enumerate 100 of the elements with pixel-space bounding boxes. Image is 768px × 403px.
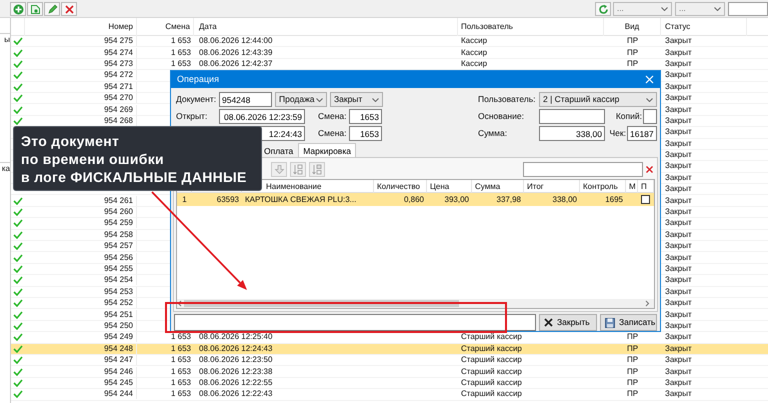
table-cell: Закрыт xyxy=(665,127,692,136)
save-button[interactable]: Записать xyxy=(600,314,657,331)
move-down-button[interactable] xyxy=(271,162,287,176)
copies-field[interactable] xyxy=(643,109,657,124)
table-cell: Закрыт xyxy=(665,104,692,114)
table-row[interactable]: 954 247 1 653 08.06.2026 12:23:50 Старший кассир ПР Закрыт xyxy=(11,354,768,366)
table-cell: ПР xyxy=(626,58,638,68)
shift-field[interactable]: 1653 xyxy=(349,126,382,141)
refresh-button[interactable] xyxy=(595,2,611,16)
filter-dropdown[interactable]: ... xyxy=(613,2,672,16)
panel-label: ы xyxy=(4,35,10,44)
table-cell: Закрыт xyxy=(665,241,692,250)
refresh-icon xyxy=(598,4,608,14)
table-cell: Закрыт xyxy=(665,196,692,205)
search-field[interactable] xyxy=(523,162,643,176)
table-cell: 954 249 xyxy=(104,332,133,342)
column-header[interactable]: Вид xyxy=(604,18,661,36)
table-cell: 1 653 xyxy=(170,58,191,68)
table-cell: 08.06.2026 12:23:38 xyxy=(199,366,272,376)
table-cell: Закрыт xyxy=(665,332,692,342)
table-cell: Кассир xyxy=(461,48,488,57)
table-cell: 954 271 xyxy=(104,82,133,91)
arrow-down-icon xyxy=(274,164,284,174)
sort-icon xyxy=(292,164,304,174)
table-cell: 954 245 xyxy=(104,378,133,387)
status-dropdown[interactable]: Закрыт xyxy=(330,92,383,107)
field-label: Смена: xyxy=(318,127,348,140)
tab[interactable]: Маркировка xyxy=(298,143,356,157)
table-cell: ПР xyxy=(626,366,638,376)
table-cell: 338,00 xyxy=(552,194,577,204)
clear-icon[interactable] xyxy=(645,164,654,174)
search-field[interactable] xyxy=(728,2,768,16)
table-cell: 954 260 xyxy=(104,207,133,216)
delete-icon xyxy=(64,4,74,14)
table-cell: 1 653 xyxy=(170,355,191,364)
receipt-field[interactable]: 16187 xyxy=(627,126,657,141)
table-cell: 08.06.2026 12:44:00 xyxy=(199,36,272,46)
caret-icon xyxy=(661,7,668,11)
table-cell: Закрыт xyxy=(665,355,692,364)
checkbox[interactable] xyxy=(641,195,650,204)
table-cell: 1 653 xyxy=(170,332,191,342)
table-cell: 1 653 xyxy=(170,366,191,376)
table-cell: ПР xyxy=(626,389,638,398)
table-cell: ПР xyxy=(626,36,638,46)
date-field[interactable]: 08.06.2026 12:23:59 xyxy=(219,109,305,124)
table-cell: 1695 xyxy=(605,194,623,204)
table-cell: 1 xyxy=(182,194,187,204)
field-label: Чек: xyxy=(608,127,627,140)
operation-dropdown[interactable]: Продажа xyxy=(275,92,327,107)
table-cell: Закрыт xyxy=(665,58,692,68)
table-cell: Старший кассир xyxy=(461,378,522,387)
table-row[interactable]: 1 63593 КАРТОШКА СВЕЖАЯ PLU:3... 0,860 393,00 337,98 338,00 1695 xyxy=(177,193,654,206)
document-button[interactable] xyxy=(27,2,43,16)
document-field[interactable]: 954248 xyxy=(219,92,272,107)
field-label: Смена: xyxy=(318,110,348,123)
close-button[interactable]: Закрыть xyxy=(539,314,597,331)
table-cell: 954 254 xyxy=(104,275,133,284)
delete-button[interactable] xyxy=(61,2,77,16)
comment-field[interactable] xyxy=(174,314,536,331)
table-cell: Старший кассир xyxy=(461,366,522,376)
user-dropdown[interactable]: 2 | Старший кассир xyxy=(539,92,657,107)
table-cell: 08.06.2026 12:25:40 xyxy=(199,332,272,342)
close-icon xyxy=(544,318,553,327)
caret-icon xyxy=(316,98,323,102)
table-cell: 954 248 xyxy=(104,344,133,353)
table-cell: 954 253 xyxy=(104,286,133,296)
table-cell: Закрыт xyxy=(665,207,692,216)
sort-button[interactable] xyxy=(309,162,325,176)
table-cell: 63593 xyxy=(216,194,239,204)
filter-dropdown[interactable]: ... xyxy=(675,2,725,16)
table-cell: Закрыт xyxy=(665,298,692,308)
column-header[interactable]: Номер xyxy=(25,18,137,36)
column-header[interactable]: Смена xyxy=(137,18,194,36)
column-header[interactable]: Статус xyxy=(661,18,747,36)
table-cell: Закрыт xyxy=(665,378,692,387)
basis-field[interactable] xyxy=(539,109,605,124)
table-row[interactable]: 954 246 1 653 08.06.2026 12:23:38 Старший кассир ПР Закрыт xyxy=(11,366,768,378)
table-row[interactable]: 954 244 1 653 08.06.2026 12:22:43 Старший кассир ПР Закрыт xyxy=(11,389,768,400)
table-cell: 954 268 xyxy=(104,116,133,125)
table-cell: 954 256 xyxy=(104,252,133,262)
table-cell: 08.06.2026 12:23:50 xyxy=(199,355,272,364)
table-cell: 954 261 xyxy=(104,196,133,205)
column-header[interactable]: Пользователь xyxy=(458,18,604,36)
add-button[interactable] xyxy=(10,2,26,16)
table-row[interactable]: 954 248 1 653 08.06.2026 12:24:43 Старший кассир ПР Закрыт xyxy=(11,344,768,355)
sort-button[interactable] xyxy=(290,162,306,176)
table-cell: 954 274 xyxy=(104,48,133,57)
tab[interactable]: Оплата xyxy=(259,144,298,157)
table-row[interactable]: 954 245 1 653 08.06.2026 12:22:55 Старший кассир ПР Закрыт xyxy=(11,378,768,390)
edit-button[interactable] xyxy=(44,2,60,16)
shift-field[interactable]: 1653 xyxy=(349,109,382,124)
table-row[interactable]: 954 274 1 653 08.06.2026 12:43:39 Кассир ПР Закрыт xyxy=(11,47,768,59)
table-cell: 954 272 xyxy=(104,70,133,80)
table-row[interactable]: 954 275 1 653 08.06.2026 12:44:00 Кассир ПР Закрыт xyxy=(11,36,768,48)
close-icon[interactable] xyxy=(645,75,654,84)
sum-field[interactable]: 338,00 xyxy=(539,126,605,141)
field-label: Сумма: xyxy=(478,127,508,140)
column-header[interactable]: Дата xyxy=(194,18,458,36)
pencil-icon xyxy=(46,4,58,14)
table-cell: 1 653 xyxy=(170,344,191,353)
